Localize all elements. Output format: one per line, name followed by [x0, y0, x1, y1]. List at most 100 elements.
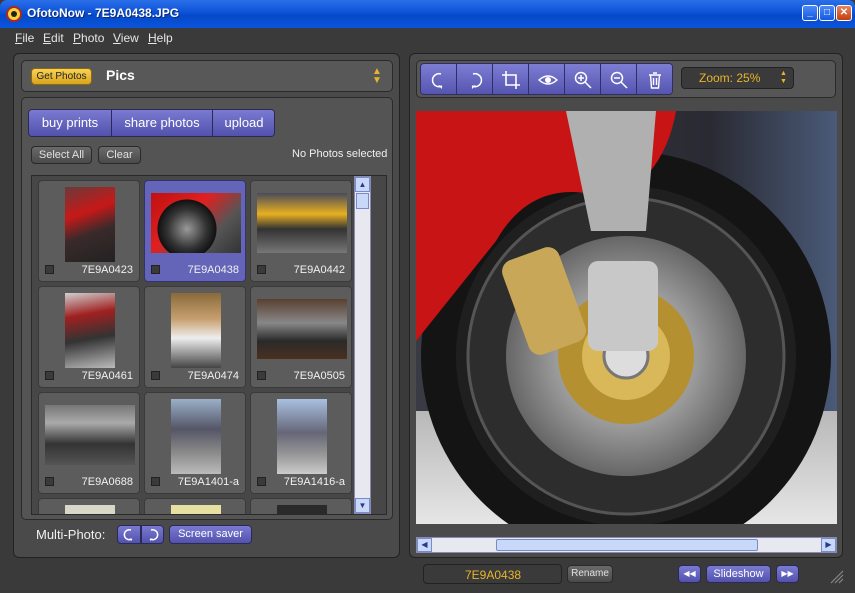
red-eye-button[interactable] — [529, 64, 565, 94]
thumbnail-name: 7E9A1401-a — [177, 476, 239, 488]
scroll-thumb[interactable] — [496, 539, 758, 551]
screen-saver-button[interactable]: Screen saver — [169, 525, 252, 544]
filename-field[interactable]: 7E9A0438 — [423, 564, 562, 584]
menu-bar: File Edit Photo View Help — [0, 28, 855, 48]
close-button[interactable]: ✕ — [836, 5, 852, 21]
zoom-value: Zoom: 25% — [699, 71, 761, 85]
thumbnail-checkbox[interactable] — [257, 371, 266, 380]
thumbnail-name: 7E9A0442 — [293, 264, 345, 276]
thumbnail-name: 7E9A0423 — [81, 264, 133, 276]
thumbnail-scrollbar[interactable]: ▲ ▼ — [354, 176, 371, 514]
slideshow-button[interactable]: Slideshow — [706, 565, 771, 583]
crop-icon — [502, 71, 520, 89]
thumbnail-name: 7E9A0688 — [81, 476, 133, 488]
scroll-thumb[interactable] — [356, 193, 369, 209]
thumbnail-image — [65, 187, 115, 262]
selection-status: No Photos selected — [292, 148, 388, 160]
clear-button[interactable]: Clear — [98, 146, 141, 164]
thumbnail-checkbox[interactable] — [151, 477, 160, 486]
multi-photo-label: Multi-Photo: — [36, 527, 106, 542]
thumbnail-image — [171, 505, 221, 514]
red-eye-icon — [538, 75, 558, 85]
album-header: Get Photos Pics ▲ ▼ — [21, 60, 393, 92]
zoom-out-icon — [610, 71, 628, 89]
thumbnail-name: 7E9A0438 — [187, 264, 239, 276]
viewer-panel: Zoom: 25% ▲ ▼ ◀ ▶ — [409, 53, 843, 558]
thumbnail-partial[interactable] — [38, 498, 140, 514]
thumbnail-7E9A1401-a[interactable]: 7E9A1401-a — [144, 392, 246, 494]
thumbnail-checkbox[interactable] — [257, 477, 266, 486]
multi-rotate-right-button[interactable] — [141, 525, 164, 544]
scroll-down-icon[interactable]: ▼ — [355, 498, 370, 513]
thumbnail-7E9A0505[interactable]: 7E9A0505 — [250, 286, 352, 388]
next-photo-button[interactable]: ▶▶ — [776, 565, 799, 583]
thumbnail-checkbox[interactable] — [257, 265, 266, 274]
thumbnail-image — [257, 193, 347, 253]
thumbnail-partial[interactable] — [250, 498, 352, 514]
album-name[interactable]: Pics — [106, 67, 135, 83]
rename-button[interactable]: Rename — [567, 565, 613, 583]
previous-photo-button[interactable]: ◀◀ — [678, 565, 701, 583]
thumbnail-grid: 7E9A0423 7E9A0438 7E9A0442 7E9A0461 7E9A… — [31, 175, 387, 515]
thumbnail-7E9A1416-a[interactable]: 7E9A1416-a — [250, 392, 352, 494]
rotate-right-icon — [471, 72, 483, 89]
up-down-arrows-icon: ▲ ▼ — [780, 70, 787, 85]
window-title: OfotoNow - 7E9A0438.JPG — [27, 6, 180, 20]
thumbnail-7E9A0688[interactable]: 7E9A0688 — [38, 392, 140, 494]
menu-edit[interactable]: Edit — [43, 31, 64, 45]
thumbnail-7E9A0423[interactable]: 7E9A0423 — [38, 180, 140, 282]
multi-rotate-left-button[interactable] — [117, 525, 141, 544]
minimize-button[interactable]: _ — [802, 5, 818, 21]
thumbnail-checkbox[interactable] — [45, 477, 54, 486]
photo-scrollbar[interactable]: ◀ ▶ — [416, 537, 837, 553]
thumbnail-image — [151, 193, 241, 253]
scroll-up-icon[interactable]: ▲ — [355, 177, 370, 192]
zoom-in-button[interactable] — [565, 64, 601, 94]
thumbnail-partial[interactable] — [144, 498, 246, 514]
zoom-out-button[interactable] — [601, 64, 637, 94]
thumbnail-image — [277, 399, 327, 474]
thumbnail-checkbox[interactable] — [151, 371, 160, 380]
resize-grip-icon[interactable] — [826, 566, 844, 584]
action-button-group: buy prints share photos upload — [28, 109, 275, 137]
zoom-in-icon — [574, 71, 592, 89]
maximize-button[interactable]: □ — [819, 5, 835, 21]
title-bar: OfotoNow - 7E9A0438.JPG _ □ ✕ — [0, 0, 855, 28]
rotate-left-button[interactable] — [421, 64, 457, 94]
menu-help[interactable]: Help — [148, 31, 173, 45]
upload-button[interactable]: upload — [213, 110, 274, 136]
thumbnail-checkbox[interactable] — [45, 265, 54, 274]
thumbnail-image — [277, 505, 327, 514]
scroll-left-icon[interactable]: ◀ — [417, 538, 432, 552]
left-panel: Get Photos Pics ▲ ▼ buy prints share phot… — [13, 53, 400, 558]
buy-prints-button[interactable]: buy prints — [29, 110, 112, 136]
tool-button-group — [420, 63, 673, 95]
thumbnail-7E9A0438[interactable]: 7E9A0438 — [144, 180, 246, 282]
menu-photo[interactable]: Photo — [73, 31, 104, 45]
up-down-arrows-icon[interactable]: ▲ ▼ — [372, 67, 382, 86]
thumbnail-7E9A0461[interactable]: 7E9A0461 — [38, 286, 140, 388]
thumbnail-checkbox[interactable] — [45, 371, 54, 380]
rotate-left-icon — [123, 528, 133, 541]
scroll-right-icon[interactable]: ▶ — [821, 538, 836, 552]
thumbnail-image — [171, 399, 221, 474]
share-photos-button[interactable]: share photos — [112, 110, 213, 136]
menu-file[interactable]: File — [15, 31, 34, 45]
viewer-toolbar: Zoom: 25% ▲ ▼ — [416, 60, 836, 98]
select-all-button[interactable]: Select All — [31, 146, 92, 164]
thumbnail-image — [257, 299, 347, 359]
delete-button[interactable] — [637, 64, 672, 94]
main-photo — [416, 111, 837, 524]
thumbnail-checkbox[interactable] — [151, 265, 160, 274]
menu-view[interactable]: View — [113, 31, 139, 45]
crop-button[interactable] — [493, 64, 529, 94]
get-photos-button[interactable]: Get Photos — [31, 68, 92, 85]
rotate-right-button[interactable] — [457, 64, 493, 94]
thumbnail-7E9A0474[interactable]: 7E9A0474 — [144, 286, 246, 388]
filename-value: 7E9A0438 — [465, 568, 522, 582]
thumbnail-image — [65, 293, 115, 368]
zoom-select[interactable]: Zoom: 25% ▲ ▼ — [681, 67, 794, 89]
trash-icon — [649, 72, 661, 89]
rotate-right-icon — [149, 528, 159, 541]
thumbnail-7E9A0442[interactable]: 7E9A0442 — [250, 180, 352, 282]
